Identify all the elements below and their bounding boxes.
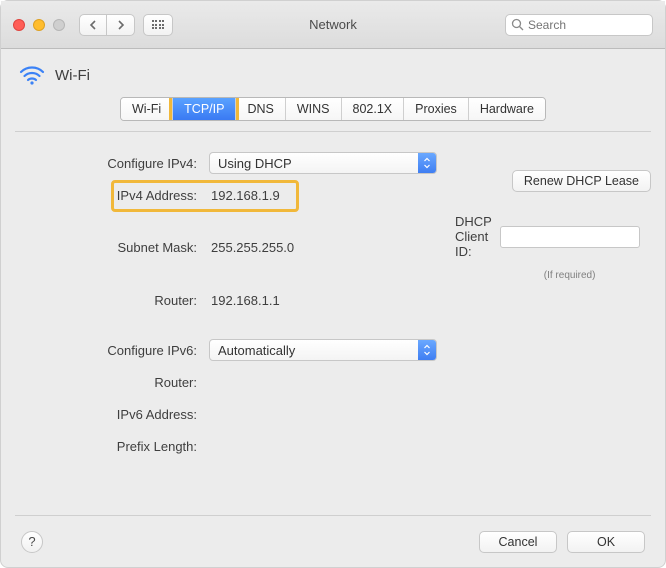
network-prefs-window: Network Wi-Fi Wi-Fi TCP/IP DNS WINS 802.… [0, 0, 666, 568]
row-ipv4-address: IPv4 Address: 192.168.1.9 [33, 182, 633, 208]
label-subnet-mask: Subnet Mask: [33, 240, 203, 255]
chevron-right-icon [117, 20, 125, 30]
traffic-lights [13, 19, 65, 31]
help-button[interactable]: ? [21, 531, 43, 553]
show-all-button[interactable] [143, 14, 173, 36]
tab-proxies[interactable]: Proxies [404, 98, 469, 120]
cancel-button[interactable]: Cancel [479, 531, 557, 553]
row-router-v4: Router: 192.168.1.1 [33, 287, 633, 313]
connection-name: Wi-Fi [55, 67, 90, 84]
nav-forward-button[interactable] [107, 14, 135, 36]
dhcp-client-id-note: (If required) [500, 270, 640, 281]
dhcp-client-id-group: DHCP Client ID: (If required) [455, 214, 640, 281]
chevron-left-icon [89, 20, 97, 30]
value-ipv4-address: 192.168.1.9 [209, 188, 449, 203]
value-subnet-mask: 255.255.255.0 [209, 240, 449, 255]
tabs: Wi-Fi TCP/IP DNS WINS 802.1X Proxies Har… [1, 97, 665, 121]
tab-dns[interactable]: DNS [236, 98, 285, 120]
select-configure-ipv6-value: Automatically [218, 343, 295, 358]
wifi-icon [19, 65, 45, 85]
row-ipv6-address: IPv6 Address: [33, 401, 633, 427]
row-subnet: Subnet Mask: 255.255.255.0 DHCP Client I… [33, 214, 633, 281]
label-configure-ipv6: Configure IPv6: [33, 343, 203, 358]
tab-8021x[interactable]: 802.1X [342, 98, 405, 120]
label-router-v4: Router: [33, 293, 203, 308]
nav-buttons [79, 14, 135, 36]
tab-wins[interactable]: WINS [286, 98, 342, 120]
tab-tcpip[interactable]: TCP/IP [173, 98, 236, 120]
zoom-window-button[interactable] [53, 19, 65, 31]
search-icon [511, 18, 524, 31]
select-configure-ipv6[interactable]: Automatically [209, 339, 437, 361]
search-input[interactable] [505, 14, 653, 36]
row-configure-ipv4: Configure IPv4: Using DHCP Renew DHCP Le… [33, 150, 633, 176]
select-configure-ipv4[interactable]: Using DHCP [209, 152, 437, 174]
label-prefix-length: Prefix Length: [33, 439, 203, 454]
label-ipv4-address: IPv4 Address: [33, 188, 203, 203]
row-prefix-length: Prefix Length: [33, 433, 633, 459]
label-router-v6: Router: [33, 375, 203, 390]
minimize-window-button[interactable] [33, 19, 45, 31]
window-toolbar: Network [1, 1, 665, 49]
nav-back-button[interactable] [79, 14, 107, 36]
grid-icon [152, 20, 165, 29]
chevron-updown-icon [418, 340, 436, 360]
input-dhcp-client-id[interactable] [500, 226, 640, 248]
tab-wifi[interactable]: Wi-Fi [121, 98, 173, 120]
label-dhcp-client-id: DHCP Client ID: [455, 214, 492, 259]
ok-button[interactable]: OK [567, 531, 645, 553]
label-ipv6-address: IPv6 Address: [33, 407, 203, 422]
dialog-footer: ? Cancel OK [15, 515, 651, 567]
select-configure-ipv4-value: Using DHCP [218, 156, 292, 171]
value-router-v4: 192.168.1.1 [209, 293, 449, 308]
label-configure-ipv4: Configure IPv4: [33, 156, 203, 171]
row-configure-ipv6: Configure IPv6: Automatically [33, 337, 633, 363]
row-router-v6: Router: [33, 369, 633, 395]
chevron-updown-icon [418, 153, 436, 173]
search-wrap [505, 14, 653, 36]
tcpip-pane: Configure IPv4: Using DHCP Renew DHCP Le… [15, 131, 651, 515]
connection-header: Wi-Fi [1, 49, 665, 93]
tab-hardware[interactable]: Hardware [469, 98, 545, 120]
close-window-button[interactable] [13, 19, 25, 31]
